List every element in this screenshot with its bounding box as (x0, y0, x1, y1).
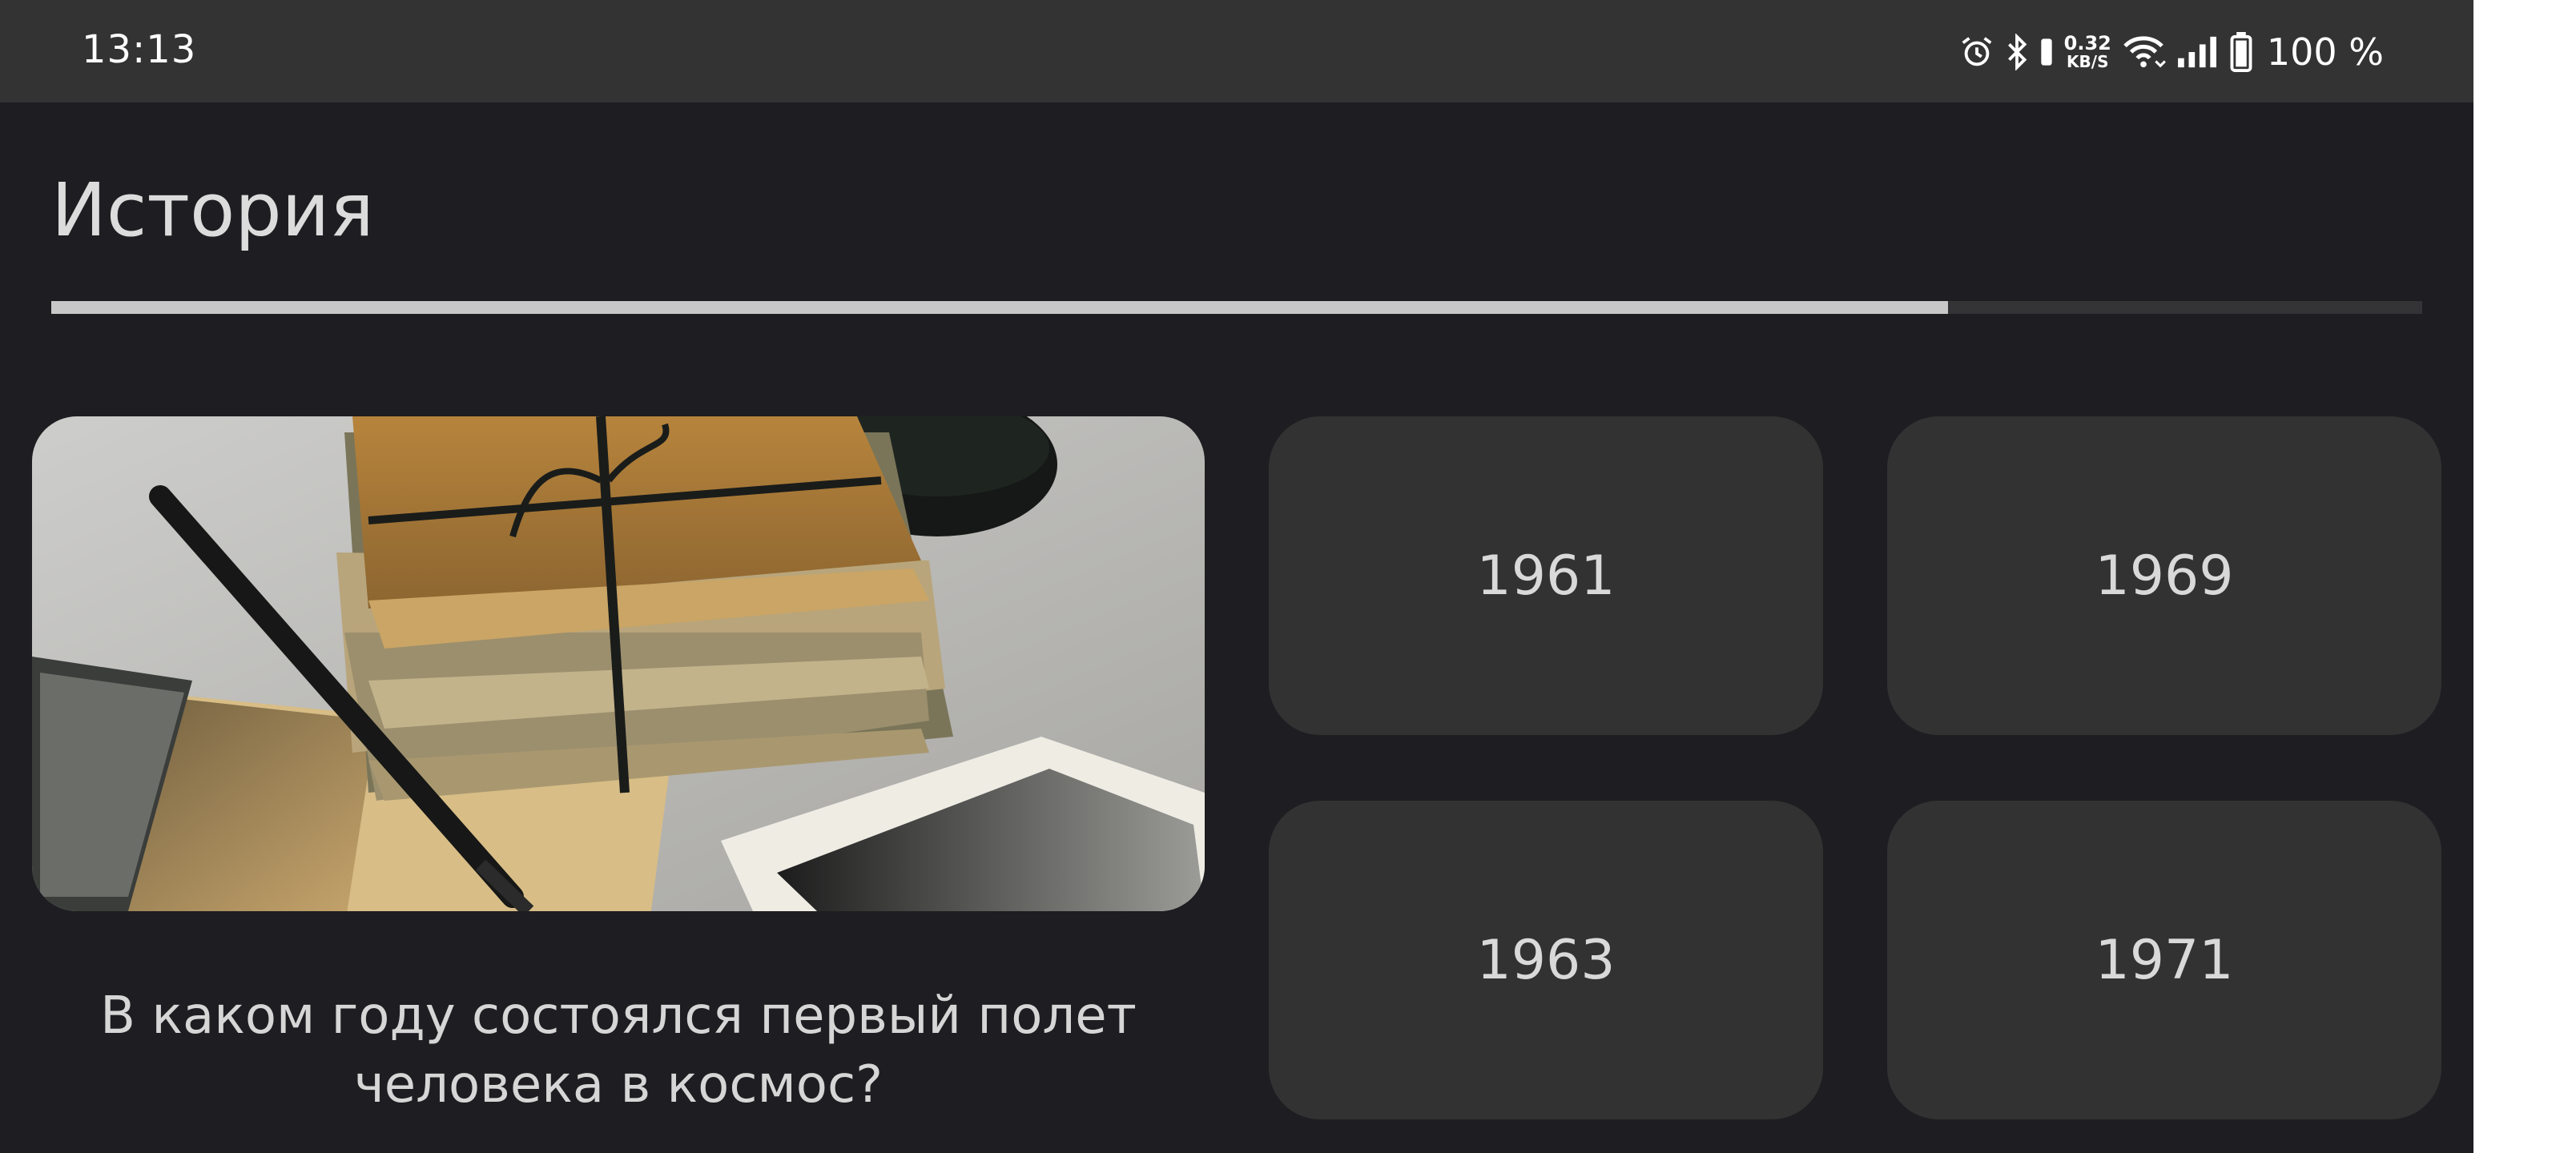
quiz-progress-bar (51, 301, 2422, 314)
battery-icon (2230, 32, 2252, 72)
quiz-progress-fill (51, 301, 1948, 314)
network-speed-unit: KB/S (2067, 52, 2109, 71)
status-time: 13:13 (82, 27, 197, 72)
category-title: История (51, 167, 374, 253)
signal-icon (2176, 34, 2220, 70)
answer-button-1[interactable]: 1961 (1269, 416, 1823, 735)
wifi-icon (2121, 34, 2166, 70)
vibrate-icon (2039, 36, 2055, 68)
status-icons: 0.32 KB/S 100 % (1958, 24, 2384, 80)
alarm-icon (1958, 34, 1995, 70)
status-bar: 13:13 0.32 KB/S 100 % (0, 0, 2473, 102)
answer-button-4[interactable]: 1971 (1887, 801, 2441, 1119)
answer-button-2[interactable]: 1969 (1887, 416, 2441, 735)
question-image (32, 416, 1205, 911)
network-speed: 0.32 KB/S (2064, 34, 2111, 70)
bluetooth-icon (2005, 34, 2029, 70)
app-screen: 13:13 0.32 KB/S 100 % История В каком го… (0, 0, 2473, 1153)
answer-button-3[interactable]: 1963 (1269, 801, 1823, 1119)
battery-percent: 100 % (2266, 30, 2384, 74)
network-speed-value: 0.32 (2063, 32, 2111, 54)
screen-edge (2473, 0, 2576, 1153)
question-text: В каком году состоялся первый полет чело… (100, 986, 1137, 1115)
